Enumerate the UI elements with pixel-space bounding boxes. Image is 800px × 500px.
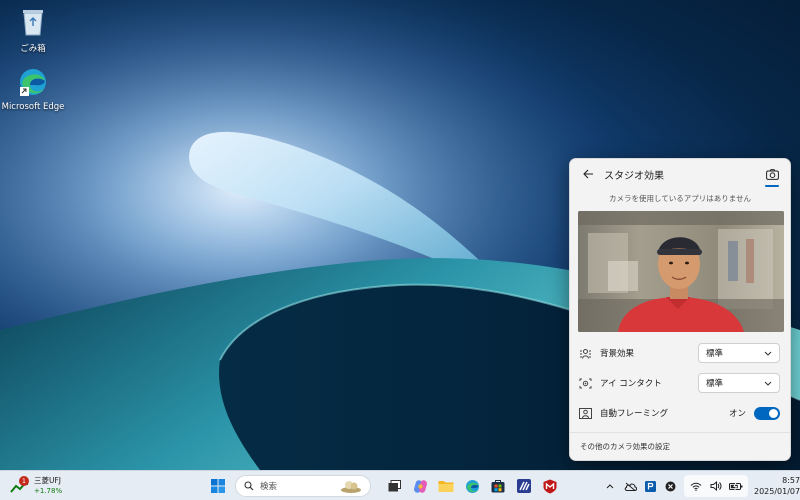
clock-time: 8:57 <box>782 476 800 485</box>
volume-icon <box>710 481 722 491</box>
dropdown-value: 標準 <box>706 379 724 389</box>
setting-background-effect: 背景効果 標準 <box>578 342 780 364</box>
camera-settings-button[interactable] <box>762 164 782 187</box>
desktop-icon-label: Microsoft Edge <box>1 102 65 112</box>
background-effect-icon <box>578 346 592 360</box>
taskbar: 1 三菱UFJ +1.78% 検索 8:57 2025/01/07 <box>0 470 800 500</box>
camera-status-notice: カメラを使用しているアプリはありません <box>608 194 752 203</box>
taskbar-search-box[interactable]: 検索 <box>235 475 371 497</box>
task-view-button[interactable] <box>381 474 407 498</box>
search-icon <box>244 481 254 491</box>
chevron-down-icon <box>764 351 772 356</box>
show-hidden-icons-button[interactable] <box>600 475 620 497</box>
setting-auto-framing: 自動フレーミング オン <box>578 402 780 424</box>
auto-framing-toggle[interactable] <box>754 406 780 420</box>
studio-effects-panel: スタジオ効果 カメラを使用しているアプリはありません 背景効果 標準 アイ コン… <box>569 158 791 461</box>
panel-header: スタジオ効果 <box>570 159 790 189</box>
quick-settings-button[interactable] <box>684 475 748 497</box>
wifi-icon <box>690 482 702 491</box>
setting-label: 自動フレーミング <box>600 409 669 419</box>
stock-badge: 1 <box>19 476 29 486</box>
search-placeholder: 検索 <box>260 482 278 492</box>
tray-app-button[interactable] <box>640 475 660 497</box>
start-icon <box>211 479 225 493</box>
onedrive-icon <box>624 482 637 491</box>
clock-date: 2025/01/07 <box>754 487 800 496</box>
start-button[interactable] <box>205 474 231 498</box>
mcafee-button[interactable] <box>537 474 563 498</box>
camera-preview <box>578 211 784 332</box>
more-camera-settings-link[interactable]: その他のカメラ効果の設定 <box>570 432 790 460</box>
copilot-button[interactable] <box>407 474 433 498</box>
background-effect-dropdown[interactable]: 標準 <box>698 343 780 363</box>
vscode-icon <box>517 479 531 493</box>
close-app-icon <box>665 481 675 491</box>
desktop-icon-edge[interactable]: Microsoft Edge <box>1 64 65 112</box>
camera-icon <box>765 168 779 180</box>
stock-chart-icon: 1 <box>10 476 30 495</box>
app-tray-icon <box>644 480 656 492</box>
eye-contact-dropdown[interactable]: 標準 <box>698 373 780 393</box>
recycle-bin-icon <box>15 4 51 40</box>
battery-status <box>726 475 746 497</box>
edge-icon <box>15 64 51 100</box>
auto-framing-icon <box>578 406 592 420</box>
tray-close-app-button[interactable] <box>660 475 680 497</box>
eye-contact-icon <box>578 376 592 390</box>
chevron-up-icon <box>606 483 614 488</box>
battery-charging-icon <box>729 481 743 491</box>
vscode-button[interactable] <box>511 474 537 498</box>
taskbar-center: 検索 <box>205 474 563 498</box>
volume-status <box>706 475 726 497</box>
footer-label: その他のカメラ効果の設定 <box>580 442 670 451</box>
copilot-icon <box>413 479 427 493</box>
store-button[interactable] <box>485 474 511 498</box>
stock-widget[interactable]: 1 三菱UFJ +1.78% <box>10 474 62 498</box>
chevron-down-icon <box>764 381 772 386</box>
task-view-icon <box>388 480 401 492</box>
onedrive-button[interactable] <box>620 475 640 497</box>
desktop-icon-label: ごみ箱 <box>20 44 46 54</box>
edge-icon <box>465 479 479 493</box>
clock[interactable]: 8:57 2025/01/07 <box>754 475 800 497</box>
edge-taskbar-button[interactable] <box>459 474 485 498</box>
search-highlight-icon <box>341 481 361 493</box>
setting-eye-contact: アイ コンタクト 標準 <box>578 372 780 394</box>
file-explorer-button[interactable] <box>433 474 459 498</box>
setting-label: 背景効果 <box>600 349 635 359</box>
stock-name: 三菱UFJ <box>34 476 62 485</box>
back-button[interactable] <box>578 164 598 184</box>
panel-title: スタジオ効果 <box>604 170 664 182</box>
system-tray: 8:57 2025/01/07 <box>600 474 800 498</box>
toggle-knob <box>769 408 778 418</box>
mcafee-icon <box>543 479 557 493</box>
wifi-status <box>686 475 706 497</box>
back-arrow-icon <box>582 169 593 179</box>
dropdown-value: 標準 <box>706 349 724 359</box>
toggle-state-label: オン <box>728 409 746 419</box>
desktop-icon-recycle-bin[interactable]: ごみ箱 <box>1 4 65 54</box>
stock-change: +1.78% <box>34 487 63 495</box>
store-icon <box>491 480 505 493</box>
file-explorer-icon <box>438 481 454 492</box>
desktop: ごみ箱 Microsoft Edge スタジオ効果 カメラを使用しているアプリは… <box>0 0 800 470</box>
setting-label: アイ コンタクト <box>600 379 662 389</box>
